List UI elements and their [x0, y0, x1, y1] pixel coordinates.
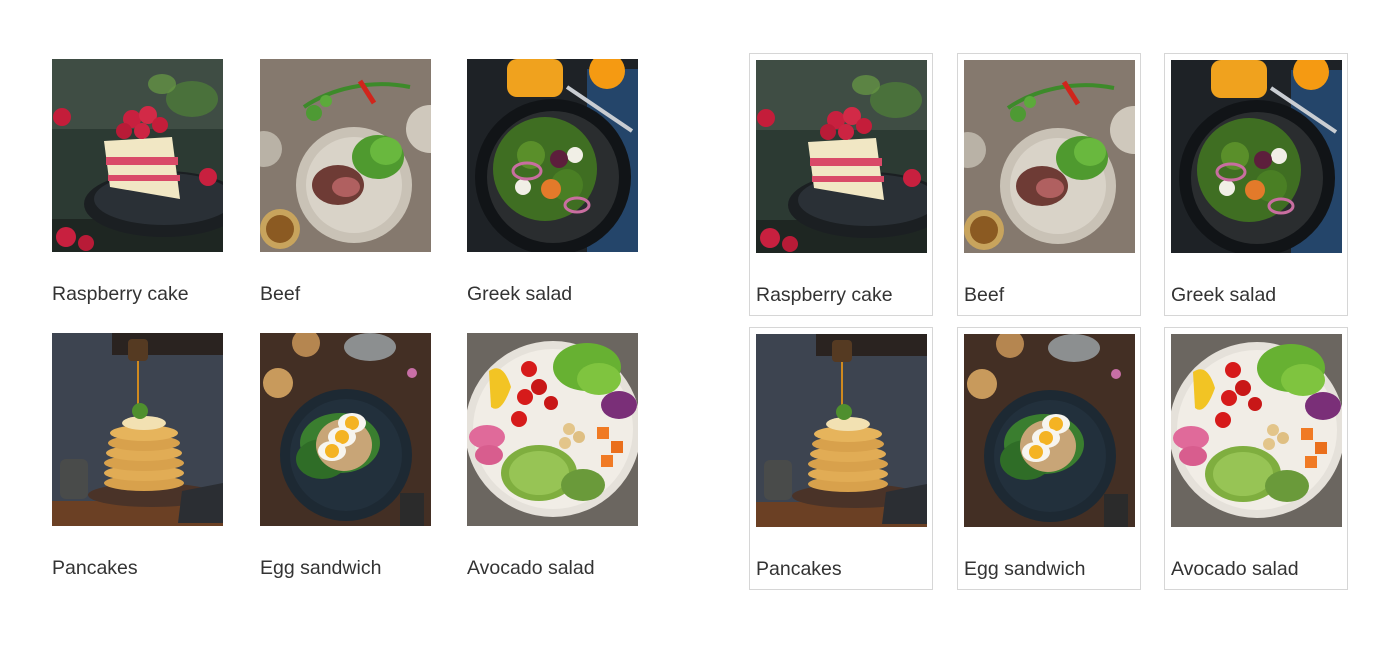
gallery-item[interactable]: Greek salad	[461, 53, 645, 316]
item-caption: Pancakes	[52, 557, 138, 579]
gallery-item[interactable]: Beef	[254, 53, 438, 316]
beef-photo[interactable]	[260, 59, 431, 252]
gallery-card[interactable]: Avocado salad	[1164, 327, 1348, 590]
item-caption: Greek salad	[467, 283, 573, 305]
card-caption: Raspberry cake	[756, 284, 893, 306]
gallery-item[interactable]: Avocado salad	[461, 327, 645, 590]
egg-sandwich-photo[interactable]	[260, 333, 431, 526]
item-caption: Beef	[260, 283, 301, 305]
pancakes-photo[interactable]	[52, 333, 223, 526]
gallery-card[interactable]: Beef	[957, 53, 1141, 316]
greek-salad-photo[interactable]	[467, 59, 638, 252]
gallery-card[interactable]: Pancakes	[749, 327, 933, 590]
greek-salad-photo[interactable]	[1171, 60, 1342, 253]
gallery-item[interactable]: Egg sandwich	[254, 327, 438, 590]
card-caption: Pancakes	[756, 558, 842, 580]
raspberry-cake-photo[interactable]	[52, 59, 223, 252]
gallery-card[interactable]: Raspberry cake	[749, 53, 933, 316]
beef-photo[interactable]	[964, 60, 1135, 253]
item-caption: Raspberry cake	[52, 283, 189, 305]
gallery-card[interactable]: Egg sandwich	[957, 327, 1141, 590]
egg-sandwich-photo[interactable]	[964, 334, 1135, 527]
card-caption: Avocado salad	[1171, 558, 1299, 580]
avocado-salad-photo[interactable]	[1171, 334, 1342, 527]
gallery-item[interactable]: Raspberry cake	[46, 53, 230, 316]
gallery-card[interactable]: Greek salad	[1164, 53, 1348, 316]
avocado-salad-photo[interactable]	[467, 333, 638, 526]
pancakes-photo[interactable]	[756, 334, 927, 527]
card-caption: Egg sandwich	[964, 558, 1086, 580]
card-caption: Greek salad	[1171, 284, 1277, 306]
raspberry-cake-photo[interactable]	[756, 60, 927, 253]
card-caption: Beef	[964, 284, 1005, 306]
item-caption: Avocado salad	[467, 557, 595, 579]
item-caption: Egg sandwich	[260, 557, 382, 579]
gallery-item[interactable]: Pancakes	[46, 327, 230, 590]
